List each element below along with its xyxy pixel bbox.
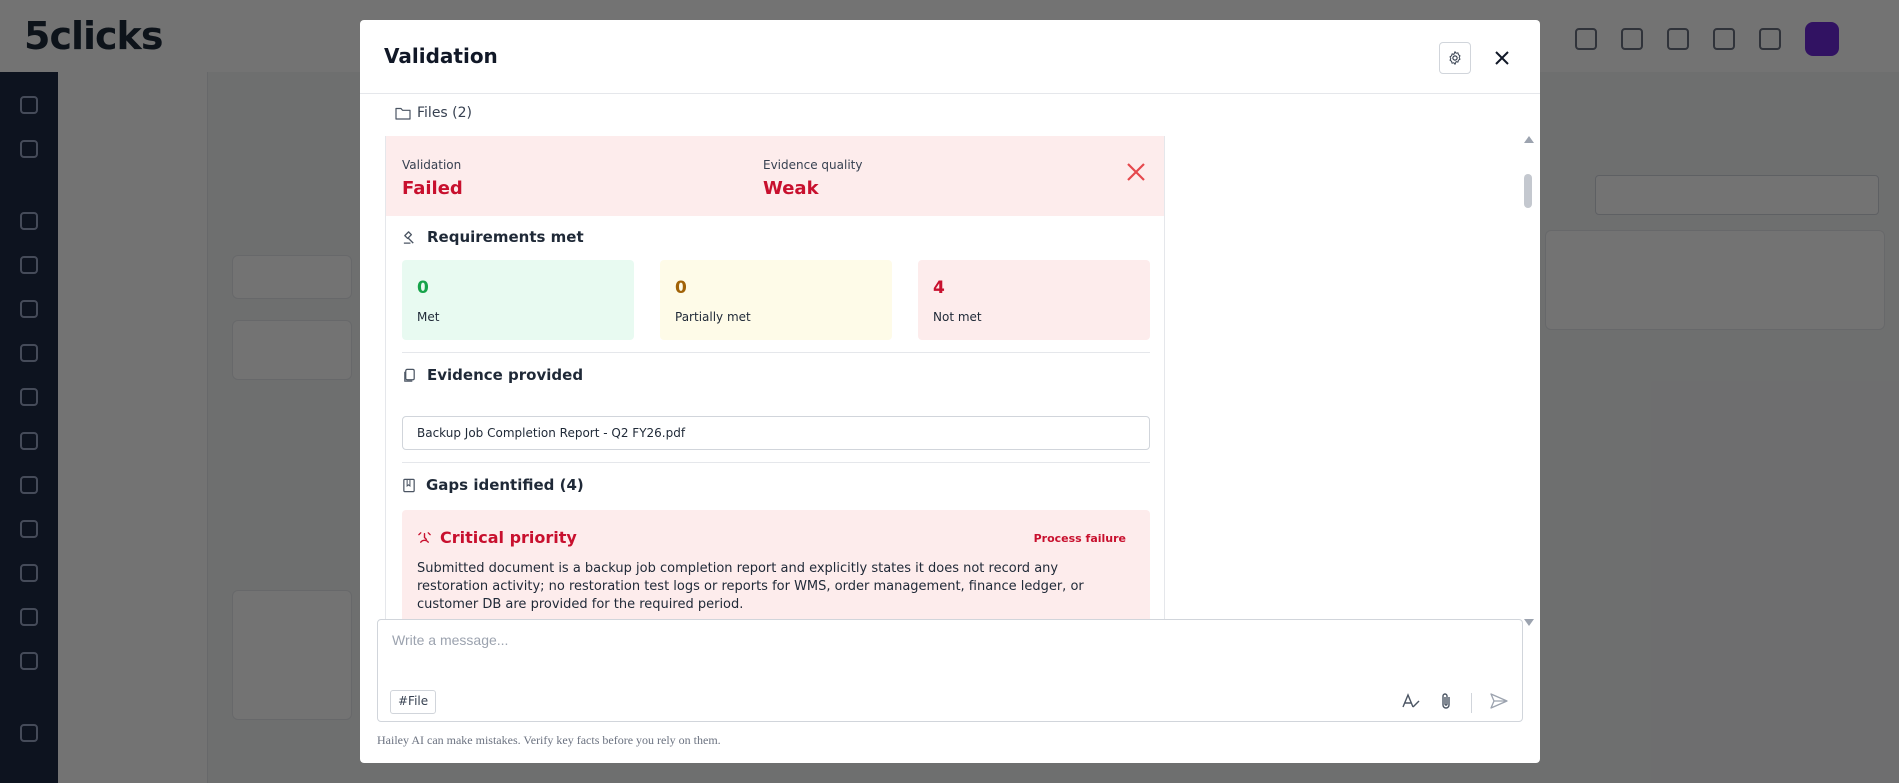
stat-not-met-label: Not met [933,310,982,324]
book-icon [403,478,415,492]
files-label: Files (2) [417,105,473,121]
scroll-down-arrow[interactable] [1524,619,1534,626]
alarm-icon [418,532,431,543]
gaps-heading: Gaps identified (4) [402,476,584,494]
format-text-icon[interactable] [1401,692,1421,714]
evidence-file[interactable]: Backup Job Completion Report - Q2 FY26.p… [402,416,1150,450]
stat-card-partially-met: 0 Partially met [660,260,892,340]
gaps-heading-label: Gaps identified (4) [426,476,584,494]
settings-button[interactable] [1439,42,1471,74]
scroll-up-arrow[interactable] [1524,136,1534,143]
gear-icon [1449,51,1461,65]
gap-tag: Process failure [1033,532,1126,545]
evidence-heading: Evidence provided [402,366,583,384]
stat-partially-met-value: 0 [675,278,687,298]
gap-description: Submitted document is a backup job compl… [417,561,1084,612]
gap-priority: Critical priority [417,528,577,547]
modal-title: Validation [384,44,498,68]
evidence-quality-label: Evidence quality [763,158,863,172]
requirements-heading: Requirements met [402,228,584,246]
evidence-quality-value: Weak [763,178,819,199]
scroll-thumb[interactable] [1524,174,1532,208]
close-icon [1495,51,1509,65]
divider [402,352,1150,353]
validation-scroll-area[interactable]: Validation Failed Evidence quality Weak … [385,136,1165,626]
files-toggle[interactable]: Files (2) [395,105,472,121]
divider [402,462,1150,463]
stat-not-met-value: 4 [933,278,945,298]
folder-icon [395,107,411,120]
validation-modal: Validation Files (2) Validation Failed E… [360,20,1540,763]
copy-icon [404,368,415,382]
validation-label: Validation [402,158,462,172]
composer-actions [1401,692,1508,714]
modal-header: Validation [360,20,1540,94]
vertical-scrollbar[interactable] [1522,136,1534,626]
send-icon[interactable] [1490,693,1508,713]
requirements-heading-label: Requirements met [427,228,584,246]
stat-card-not-met: 4 Not met [918,260,1150,340]
gap-priority-label: Critical priority [440,528,577,547]
stat-met-value: 0 [417,278,429,298]
stat-partially-met-label: Partially met [675,310,751,324]
message-input[interactable] [392,632,1492,648]
gavel-icon [403,230,414,244]
evidence-heading-label: Evidence provided [427,366,584,384]
validation-banner: Validation Failed Evidence quality Weak [386,136,1164,216]
message-composer: #File [377,619,1523,722]
file-chip[interactable]: #File [390,690,437,714]
composer-separator [1471,693,1472,713]
close-button[interactable] [1486,42,1518,74]
validation-status: Failed [402,178,463,199]
stat-card-met: 0 Met [402,260,634,340]
failed-x-icon [1126,162,1146,186]
stat-met-label: Met [417,310,440,324]
attach-icon[interactable] [1439,692,1453,714]
ai-disclaimer: Hailey AI can make mistakes. Verify key … [377,733,721,747]
gap-card: Critical priority Process failure Submit… [402,510,1150,626]
